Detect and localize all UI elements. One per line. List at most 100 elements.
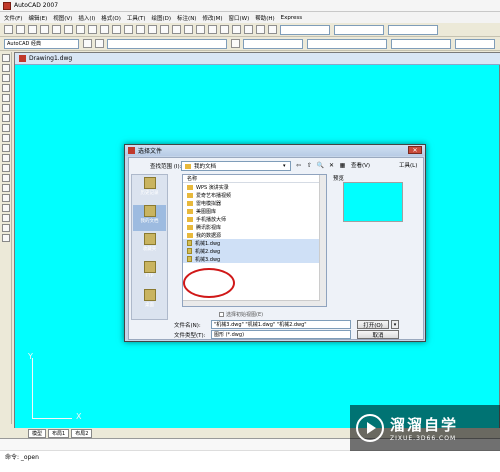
hatch-icon[interactable] — [2, 194, 10, 202]
spline-icon[interactable] — [2, 134, 10, 142]
linetype-select[interactable] — [307, 38, 387, 49]
menu-express[interactable]: Express — [281, 15, 302, 21]
tool-palettes-icon[interactable] — [220, 25, 229, 34]
menu-dimension[interactable]: 标注(N) — [177, 14, 196, 22]
search-icon[interactable]: 🔍 — [316, 161, 325, 170]
lineweight-select[interactable] — [391, 38, 451, 49]
ellipse-arc-icon[interactable] — [2, 154, 10, 162]
list-item-selected[interactable]: 机械2.dwg — [183, 247, 326, 255]
back-icon[interactable]: ⇦ — [294, 161, 303, 170]
view-menu-button[interactable]: 查看(V) — [351, 161, 370, 169]
gradient-icon[interactable] — [2, 204, 10, 212]
insert-block-icon[interactable] — [2, 164, 10, 172]
help-icon[interactable] — [268, 25, 277, 34]
menu-insert[interactable]: 插入(I) — [78, 14, 95, 22]
place-history[interactable]: 历史记录 — [133, 177, 166, 203]
list-item[interactable]: 雷电模拟器 — [183, 199, 326, 207]
layer-manager-icon[interactable] — [83, 39, 92, 48]
region-icon[interactable] — [2, 214, 10, 222]
table-style-select[interactable] — [388, 24, 438, 35]
menu-help[interactable]: 帮助(H) — [255, 14, 274, 22]
initial-view-checkbox[interactable]: 选择初始视图(E) — [219, 311, 263, 318]
arc-icon[interactable] — [2, 104, 10, 112]
zoom-realtime-icon[interactable] — [160, 25, 169, 34]
menu-file[interactable]: 文件(F) — [4, 14, 22, 22]
text-style-select[interactable] — [280, 24, 330, 35]
polygon-icon[interactable] — [2, 84, 10, 92]
construction-line-icon[interactable] — [2, 64, 10, 72]
zoom-previous-icon[interactable] — [184, 25, 193, 34]
close-icon[interactable]: ✕ — [408, 146, 422, 154]
rectangle-icon[interactable] — [2, 94, 10, 102]
list-item[interactable]: 手机播放大师 — [183, 215, 326, 223]
menu-modify[interactable]: 修改(M) — [202, 14, 222, 22]
place-favorites[interactable]: 收藏夹 — [133, 233, 166, 259]
color-select[interactable] — [243, 38, 303, 49]
calculator-icon[interactable] — [256, 25, 265, 34]
undo-icon[interactable] — [124, 25, 133, 34]
vertical-scrollbar[interactable] — [319, 175, 326, 306]
tab-layout2[interactable]: 布局2 — [71, 428, 93, 438]
place-desktop[interactable]: 桌面 — [133, 289, 166, 315]
list-item[interactable]: 爱奇艺布播视频 — [183, 191, 326, 199]
open-button[interactable]: 打开(O) — [357, 320, 389, 329]
lookin-select[interactable]: 我的文档 ▾ — [181, 161, 291, 171]
list-item-selected[interactable]: 机械3.dwg — [183, 255, 326, 263]
copy-icon[interactable] — [88, 25, 97, 34]
list-item[interactable]: 我的数据源 — [183, 231, 326, 239]
delete-icon[interactable]: ✕ — [327, 161, 336, 170]
design-center-icon[interactable] — [208, 25, 217, 34]
up-folder-icon[interactable]: ⇧ — [305, 161, 314, 170]
revision-cloud-icon[interactable] — [2, 124, 10, 132]
menu-edit[interactable]: 编辑(E) — [28, 14, 47, 22]
filename-field[interactable]: "机械3.dwg" "机械1.dwg" "机械2.dwg" — [211, 320, 351, 329]
list-item[interactable]: 腾讯影视库 — [183, 223, 326, 231]
menu-draw[interactable]: 绘图(D) — [152, 14, 172, 22]
list-item[interactable]: WPS 演讲实录 — [183, 183, 326, 191]
make-block-icon[interactable] — [2, 174, 10, 182]
preview-icon[interactable] — [52, 25, 61, 34]
tab-model[interactable]: 模型 — [28, 428, 47, 438]
save-icon[interactable] — [28, 25, 37, 34]
column-header-name[interactable]: 名称 — [183, 175, 326, 183]
paste-icon[interactable] — [100, 25, 109, 34]
cut-icon[interactable] — [76, 25, 85, 34]
cancel-button[interactable]: 取消 — [357, 330, 399, 339]
layer-state-icon[interactable] — [95, 39, 104, 48]
table-icon[interactable] — [2, 224, 10, 232]
markup-icon[interactable] — [244, 25, 253, 34]
list-item-selected[interactable]: 机械1.dwg — [183, 239, 326, 247]
tools-menu-button[interactable]: 工具(L) — [399, 161, 417, 169]
tab-layout1[interactable]: 布局1 — [48, 428, 70, 438]
match-properties-icon[interactable] — [112, 25, 121, 34]
multiline-text-icon[interactable] — [2, 234, 10, 242]
print-icon[interactable] — [40, 25, 49, 34]
publish-icon[interactable] — [64, 25, 73, 34]
horizontal-scrollbar[interactable] — [183, 300, 320, 306]
plotstyle-select[interactable] — [455, 38, 495, 49]
circle-icon[interactable] — [2, 114, 10, 122]
open-options-chevron-icon[interactable]: ▾ — [391, 320, 399, 329]
list-item[interactable]: 美图图库 — [183, 207, 326, 215]
layer-select[interactable] — [107, 38, 227, 49]
zoom-window-icon[interactable] — [172, 25, 181, 34]
menu-tools[interactable]: 工具(T) — [127, 14, 146, 22]
menu-view[interactable]: 视图(V) — [53, 14, 72, 22]
ellipse-icon[interactable] — [2, 144, 10, 152]
sheet-set-icon[interactable] — [232, 25, 241, 34]
redo-icon[interactable] — [136, 25, 145, 34]
place-ftp[interactable]: FTP — [133, 261, 166, 287]
polyline-icon[interactable] — [2, 74, 10, 82]
pan-icon[interactable] — [148, 25, 157, 34]
line-icon[interactable] — [2, 54, 10, 62]
make-current-icon[interactable] — [231, 39, 240, 48]
point-icon[interactable] — [2, 184, 10, 192]
workspace-select[interactable]: AutoCAD 经典 — [4, 38, 79, 49]
new-folder-icon[interactable]: ▦ — [338, 161, 347, 170]
properties-icon[interactable] — [196, 25, 205, 34]
new-icon[interactable] — [4, 25, 13, 34]
filetype-select[interactable]: 图形 (*.dwg) — [211, 330, 351, 339]
menu-window[interactable]: 窗口(W) — [229, 14, 250, 22]
dim-style-select[interactable] — [334, 24, 384, 35]
place-my-documents[interactable]: 我的文档 — [133, 205, 166, 231]
